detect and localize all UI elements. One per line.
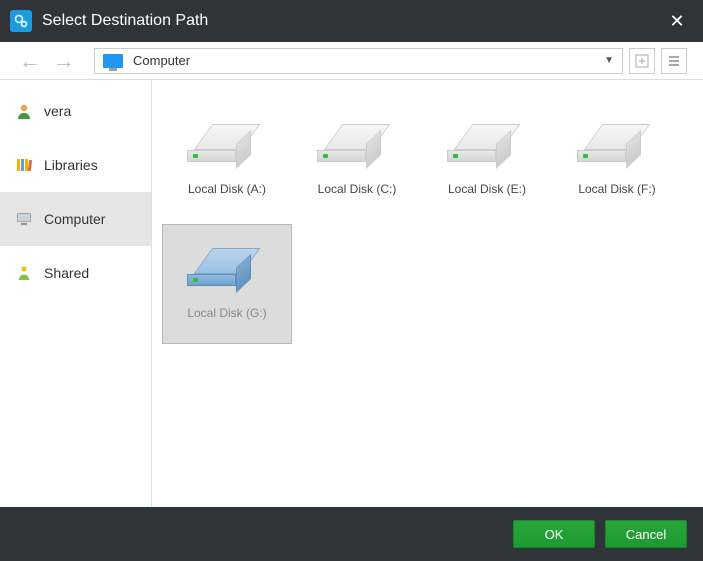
user-icon	[14, 101, 34, 121]
body: vera Libraries Computer Shared Local	[0, 80, 703, 507]
drive-item[interactable]: Local Disk (G:)	[162, 224, 292, 344]
sidebar-item-label: vera	[44, 103, 71, 119]
sidebar: vera Libraries Computer Shared	[0, 80, 152, 507]
sidebar-item-label: Shared	[44, 265, 89, 281]
path-box[interactable]: Computer ▼	[94, 48, 623, 74]
titlebar: Select Destination Path ✕	[0, 0, 703, 42]
libraries-icon	[14, 155, 34, 175]
computer-icon	[103, 54, 123, 68]
drive-icon	[197, 248, 257, 292]
drive-item[interactable]: Local Disk (C:)	[292, 100, 422, 220]
close-button[interactable]: ✕	[661, 11, 693, 32]
view-list-button[interactable]	[661, 48, 687, 74]
back-button[interactable]: ←	[16, 48, 44, 74]
drive-label: Local Disk (C:)	[318, 182, 397, 196]
sidebar-item-libraries[interactable]: Libraries	[0, 138, 151, 192]
sidebar-item-shared[interactable]: Shared	[0, 246, 151, 300]
drive-item[interactable]: Local Disk (A:)	[162, 100, 292, 220]
shared-icon	[14, 263, 34, 283]
drive-icon	[197, 124, 257, 168]
new-folder-button[interactable]	[629, 48, 655, 74]
path-label: Computer	[133, 53, 604, 68]
path-dropdown-icon[interactable]: ▼	[604, 55, 614, 66]
sidebar-item-computer[interactable]: Computer	[0, 192, 151, 246]
drive-item[interactable]: Local Disk (F:)	[552, 100, 682, 220]
sidebar-item-label: Libraries	[44, 157, 98, 173]
window-title: Select Destination Path	[42, 12, 661, 30]
cancel-button[interactable]: Cancel	[605, 520, 687, 548]
sidebar-item-label: Computer	[44, 211, 105, 227]
drive-icon	[327, 124, 387, 168]
drive-label: Local Disk (A:)	[188, 182, 266, 196]
app-icon	[10, 10, 32, 32]
drive-icon	[587, 124, 647, 168]
drive-icon	[457, 124, 517, 168]
toolbar: ← → Computer ▼	[0, 42, 703, 80]
ok-button[interactable]: OK	[513, 520, 595, 548]
drive-item[interactable]: Local Disk (E:)	[422, 100, 552, 220]
sidebar-item-user[interactable]: vera	[0, 84, 151, 138]
forward-button[interactable]: →	[50, 48, 78, 74]
drive-label: Local Disk (F:)	[578, 182, 655, 196]
drive-grid: Local Disk (A:) Local Disk (C:) Local Di…	[152, 80, 703, 507]
drive-label: Local Disk (E:)	[448, 182, 526, 196]
drive-label: Local Disk (G:)	[187, 306, 266, 320]
footer: OK Cancel	[0, 507, 703, 561]
computer-nav-icon	[14, 209, 34, 229]
